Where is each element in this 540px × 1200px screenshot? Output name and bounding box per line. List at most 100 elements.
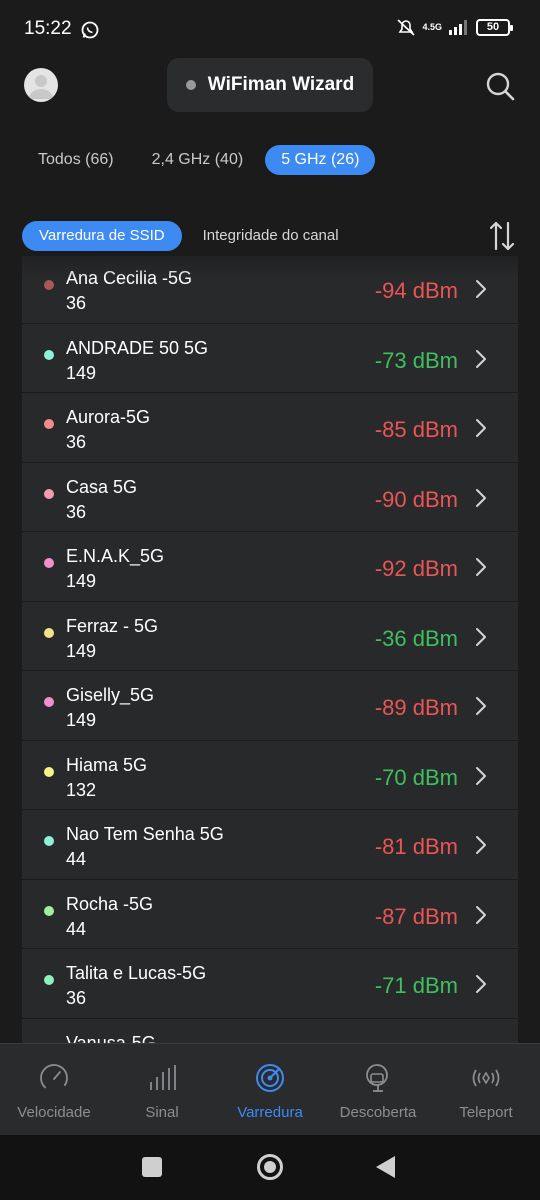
network-channel: 44: [66, 918, 87, 939]
network-row[interactable]: Rocha -5G 44 -87 dBm: [22, 879, 518, 949]
radar-icon: [256, 1064, 284, 1092]
sort-icon[interactable]: [488, 219, 516, 253]
status-indicators: 4.5G 50: [396, 18, 513, 36]
network-signal-strength: -73 dBm: [374, 347, 458, 373]
chevron-right-icon: [476, 488, 486, 507]
network-signal-strength: -85 dBm: [374, 417, 458, 442]
whatsapp-icon: [81, 21, 99, 39]
network-row[interactable]: Aurora-5G 36 -85 dBm: [22, 393, 518, 463]
security-status-dot: [44, 419, 54, 429]
tab-channel-health[interactable]: Integridade do canal: [186, 221, 356, 251]
chevron-right-icon: [476, 905, 486, 924]
network-row[interactable]: Vanusa-5G-54 dBm: [22, 1018, 518, 1044]
network-ssid: Talita e Lucas-5G: [66, 963, 207, 983]
user-avatar-icon: [29, 75, 53, 99]
battery-icon: 50: [476, 18, 513, 36]
chevron-right-icon: [476, 627, 486, 646]
network-signal-strength: -89 dBm: [374, 695, 458, 720]
system-nav-bar: [0, 1135, 540, 1200]
list-fade: [22, 256, 518, 278]
security-status-dot: [44, 766, 54, 777]
nav-scan[interactable]: Varredura: [216, 1044, 324, 1135]
security-status-dot: [44, 349, 54, 360]
home-button[interactable]: [257, 1154, 283, 1180]
filter-2-4ghz[interactable]: 2,4 GHz (40): [136, 145, 260, 175]
network-row[interactable]: ANDRADE 50 5G 149 -73 dBm: [22, 323, 518, 393]
network-row[interactable]: Ferraz - 5G 149 -36 dBm: [22, 601, 518, 671]
nav-scan-label: Varredura: [237, 1104, 303, 1121]
network-row[interactable]: Talita e Lucas-5G 36 -71 dBm: [22, 949, 518, 1019]
network-ssid: ANDRADE 50 5G: [66, 337, 209, 358]
network-row[interactable]: Casa 5G 36 -90 dBm: [22, 462, 518, 532]
speedometer-icon: [40, 1064, 68, 1092]
tab-ssid-scan[interactable]: Varredura de SSID: [22, 221, 182, 251]
network-type: 4.5G: [422, 21, 442, 32]
scan-tabs: Varredura de SSID Integridade do canal: [22, 221, 356, 251]
security-status-dot: [44, 905, 54, 916]
nav-signal-label: Sinal: [145, 1104, 179, 1121]
network-channel: 132: [66, 779, 97, 800]
network-row[interactable]: E.N.A.K_5G 149 -92 dBm: [22, 532, 518, 602]
network-signal-strength: -94 dBm: [374, 278, 458, 303]
search-icon[interactable]: [484, 70, 516, 102]
network-channel: 149: [66, 571, 97, 591]
recents-button[interactable]: [142, 1157, 162, 1177]
network-ssid: Rocha -5G: [66, 893, 154, 914]
teleport-icon: [472, 1069, 500, 1087]
network-list[interactable]: Ana Cecilia -5G 36 -94 dBm ANDRADE 50 5G 149…: [22, 256, 518, 1043]
status-time: 15:22: [24, 18, 72, 39]
network-signal-strength: -70 dBm: [374, 764, 458, 790]
network-channel: 36: [66, 501, 87, 522]
network-row[interactable]: Hiama 5G 132 -70 dBm: [22, 740, 518, 810]
status-bar: 15:22 4.5G 50: [0, 0, 540, 60]
nav-discovery[interactable]: Descoberta: [324, 1044, 432, 1135]
network-channel: 36: [66, 988, 87, 1008]
alarm-off-icon: [397, 19, 416, 36]
nav-discovery-label: Descoberta: [339, 1104, 417, 1121]
nav-teleport[interactable]: Teleport: [432, 1044, 540, 1135]
network-row[interactable]: Nao Tem Senha 5G 44 -81 dBm: [22, 810, 518, 880]
network-channel: 149: [66, 640, 97, 661]
security-status-dot: [44, 558, 54, 568]
network-signal-strength: -87 dBm: [374, 903, 458, 929]
network-ssid: Giselly_5G: [66, 685, 155, 705]
nav-speed[interactable]: Velocidade: [0, 1044, 108, 1135]
network-channel: 44: [66, 849, 87, 869]
network-ssid: Vanusa-5G: [66, 1032, 156, 1044]
security-status-dot: [44, 627, 54, 638]
network-signal-strength: -92 dBm: [374, 556, 458, 581]
cell-signal-icon: [449, 20, 467, 35]
nav-teleport-label: Teleport: [459, 1104, 513, 1121]
signal-bars-icon: [150, 1065, 176, 1090]
security-status-dot: [44, 697, 54, 707]
avatar[interactable]: [24, 68, 58, 102]
chevron-right-icon: [476, 766, 486, 785]
security-status-dot: [44, 488, 54, 499]
network-signal-strength: -36 dBm: [374, 625, 458, 651]
network-signal-strength: -81 dBm: [374, 834, 458, 859]
network-channel: 36: [66, 432, 87, 452]
app-title: WiFiman Wizard: [207, 74, 355, 95]
network-signal-strength: -71 dBm: [374, 973, 458, 998]
network-ssid: Casa 5G: [66, 476, 138, 497]
network-ssid: E.N.A.K_5G: [66, 546, 165, 566]
network-ssid: Ferraz - 5G: [66, 615, 159, 636]
nav-signal[interactable]: Sinal: [108, 1044, 216, 1135]
filter-all[interactable]: Todos (66): [22, 145, 130, 175]
nav-speed-label: Velocidade: [17, 1104, 91, 1121]
network-ssid: Aurora-5G: [66, 407, 151, 427]
security-status-dot: [44, 975, 54, 985]
app-title-pill[interactable]: WiFiman Wizard: [167, 58, 373, 112]
network-ssid: Nao Tem Senha 5G: [66, 824, 224, 844]
chevron-right-icon: [476, 975, 486, 993]
discovery-icon: [366, 1064, 388, 1092]
filter-5ghz[interactable]: 5 GHz (26): [265, 145, 376, 175]
network-channel: 149: [66, 362, 97, 383]
back-button[interactable]: [376, 1156, 395, 1178]
network-row[interactable]: Giselly_5G 149 -89 dBm: [22, 671, 518, 741]
chevron-right-icon: [476, 697, 486, 715]
network-signal-strength: -90 dBm: [374, 486, 458, 512]
status-dot: [185, 80, 196, 90]
chevron-right-icon: [476, 558, 486, 576]
chevron-right-icon: [476, 349, 486, 368]
